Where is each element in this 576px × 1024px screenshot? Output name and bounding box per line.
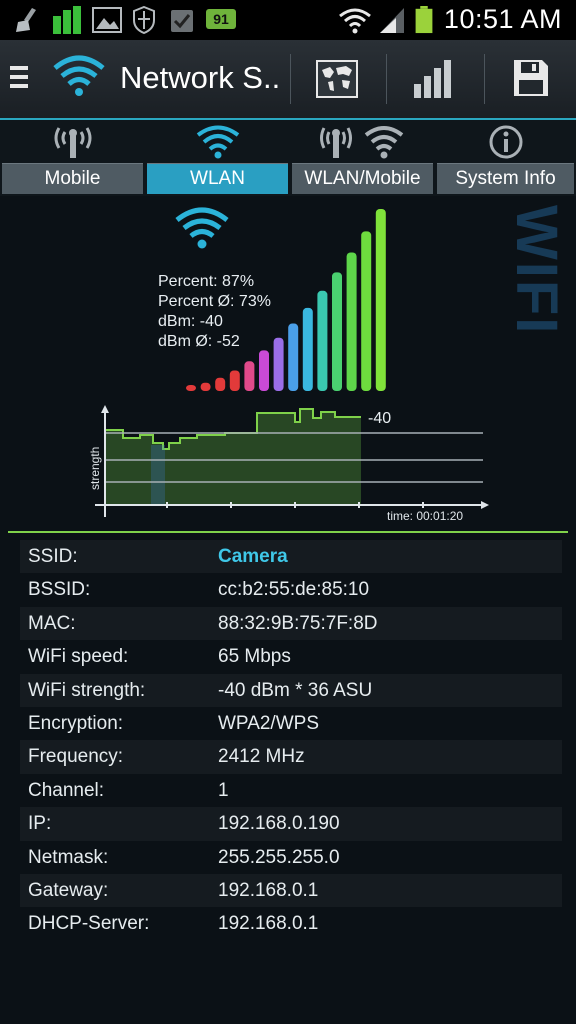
- signal-stats: Percent: 87% Percent Ø: 73% dBm: -40 dBm…: [158, 272, 271, 352]
- info-value: 2412 MHz: [218, 746, 305, 768]
- signal-meter-bar: [200, 382, 211, 391]
- info-key: SSID:: [28, 546, 78, 567]
- graph-time-label: time: 00:01:20: [387, 509, 463, 523]
- broom-icon: [16, 8, 36, 32]
- action-bar: Network S..: [0, 40, 576, 120]
- clock: 10:51 AM: [443, 4, 562, 34]
- info-key: IP:: [28, 813, 52, 835]
- info-key: BSSID:: [28, 579, 91, 601]
- dbm-avg-text: dBm Ø: -52: [158, 333, 240, 350]
- info-row: Gateway: 192.168.0.1: [20, 873, 562, 908]
- world-map-icon[interactable]: [316, 60, 358, 98]
- status-bar: 91 10:51 AM: [0, 0, 576, 40]
- info-value: WPA2/WPS: [218, 712, 319, 734]
- signal-meter-bar: [361, 231, 372, 391]
- signal-bars-icon[interactable]: [412, 58, 454, 98]
- app-title: Network S..: [120, 60, 281, 95]
- info-value: 192.168.0.1: [218, 913, 319, 935]
- tab-wlan[interactable]: WLAN: [145, 120, 290, 196]
- signal-meter-bar: [346, 252, 357, 391]
- signal-meter-bar: [288, 323, 299, 391]
- info-value: 1: [218, 779, 229, 801]
- info-row: Frequency: 2412 MHz: [20, 740, 562, 774]
- info-row: IP: 192.168.0.190: [20, 807, 562, 841]
- strength-graph: strength -40 time: 00:01:20: [88, 405, 489, 523]
- info-key: WiFi speed:: [28, 646, 129, 668]
- antenna-wifi-icon: [319, 126, 403, 159]
- info-row: Channel: 1: [20, 774, 562, 807]
- shield-icon: [133, 6, 155, 34]
- signal-meter-bar: [186, 385, 196, 391]
- info-value: -40 dBm * 36 ASU: [218, 679, 373, 701]
- wifi-logo-icon: [53, 55, 105, 96]
- signal-meter-bar: [317, 290, 328, 391]
- save-icon[interactable]: [512, 58, 550, 98]
- info-key: Encryption:: [28, 712, 124, 734]
- info-value: cc:b2:55:de:85:10: [218, 579, 370, 601]
- tab-bar: Mobile WLAN WLAN/Mobile System Info: [0, 120, 576, 196]
- info-value: 65 Mbps: [218, 646, 291, 668]
- info-value: 192.168.0.190: [218, 813, 340, 835]
- wifi-icon: [339, 8, 371, 34]
- check-icon: [171, 10, 193, 32]
- info-icon: [489, 125, 522, 159]
- graph-ylabel: strength: [88, 447, 102, 490]
- tab-label: WLAN/Mobile: [292, 163, 433, 194]
- percent-avg-text: Percent Ø: 73%: [158, 293, 271, 310]
- info-value: 192.168.0.1: [218, 879, 319, 901]
- cell-signal-icon: [380, 8, 404, 33]
- wifi-watermark: WIFI: [504, 205, 569, 336]
- info-key: DHCP-Server:: [28, 913, 150, 935]
- battery-icon: [415, 6, 433, 34]
- wifi-icon: [196, 125, 239, 159]
- signal-meter-bar: [302, 307, 313, 391]
- info-row: MAC: 88:32:9B:75:7F:8D: [20, 606, 562, 641]
- signal-bars-icon: [53, 6, 81, 34]
- info-key: WiFi strength:: [28, 679, 146, 701]
- info-key: Gateway:: [28, 879, 109, 901]
- signal-meter-bar: [244, 361, 255, 391]
- signal-meter-bar: [332, 272, 342, 391]
- divider: [8, 531, 568, 533]
- percent-text: Percent: 87%: [158, 273, 255, 290]
- info-row: BSSID: cc:b2:55:de:85:10: [20, 573, 562, 606]
- graph-area: [105, 408, 361, 505]
- info-key: Netmask:: [28, 846, 109, 868]
- signal-meter-bar: [215, 377, 226, 391]
- info-row: WiFi speed: 65 Mbps: [20, 640, 562, 673]
- menu-icon[interactable]: [10, 66, 28, 92]
- tab-mobile[interactable]: Mobile: [0, 120, 145, 196]
- signal-meter-bar: [375, 209, 386, 391]
- tab-label: Mobile: [2, 163, 143, 194]
- info-row: Netmask: 255.255.255.0: [20, 841, 562, 874]
- tab-label: WLAN: [147, 163, 288, 194]
- battery-badge-text: 91: [213, 11, 229, 27]
- info-value: 88:32:9B:75:7F:8D: [218, 612, 378, 634]
- graph-current-value: -40: [368, 410, 391, 427]
- info-key: Channel:: [28, 779, 105, 801]
- tab-system-info[interactable]: System Info: [435, 120, 576, 196]
- info-value: 255.255.255.0: [218, 846, 340, 868]
- info-row: DHCP-Server: 192.168.0.1: [20, 907, 562, 940]
- battery-badge-icon: 91: [206, 9, 236, 29]
- image-icon: [92, 7, 122, 33]
- info-key: MAC:: [28, 612, 76, 634]
- tab-label: System Info: [437, 163, 574, 194]
- info-row: WiFi strength: -40 dBm * 36 ASU: [20, 673, 562, 707]
- signal-meter-bar: [229, 370, 240, 391]
- signal-meter-bar: [259, 350, 269, 391]
- info-row: Encryption: WPA2/WPS: [20, 707, 562, 740]
- dbm-text: dBm: -40: [158, 313, 223, 330]
- tab-wlan-mobile[interactable]: WLAN/Mobile: [290, 120, 435, 196]
- antenna-icon: [54, 127, 91, 158]
- info-row: SSID: Camera: [20, 540, 562, 574]
- info-table: SSID: Camera BSSID: cc:b2:55:de:85:10 MAC: 88…: [20, 540, 562, 941]
- info-key: Frequency:: [28, 746, 124, 768]
- signal-meter-bar: [273, 337, 284, 391]
- info-value: Camera: [218, 546, 288, 567]
